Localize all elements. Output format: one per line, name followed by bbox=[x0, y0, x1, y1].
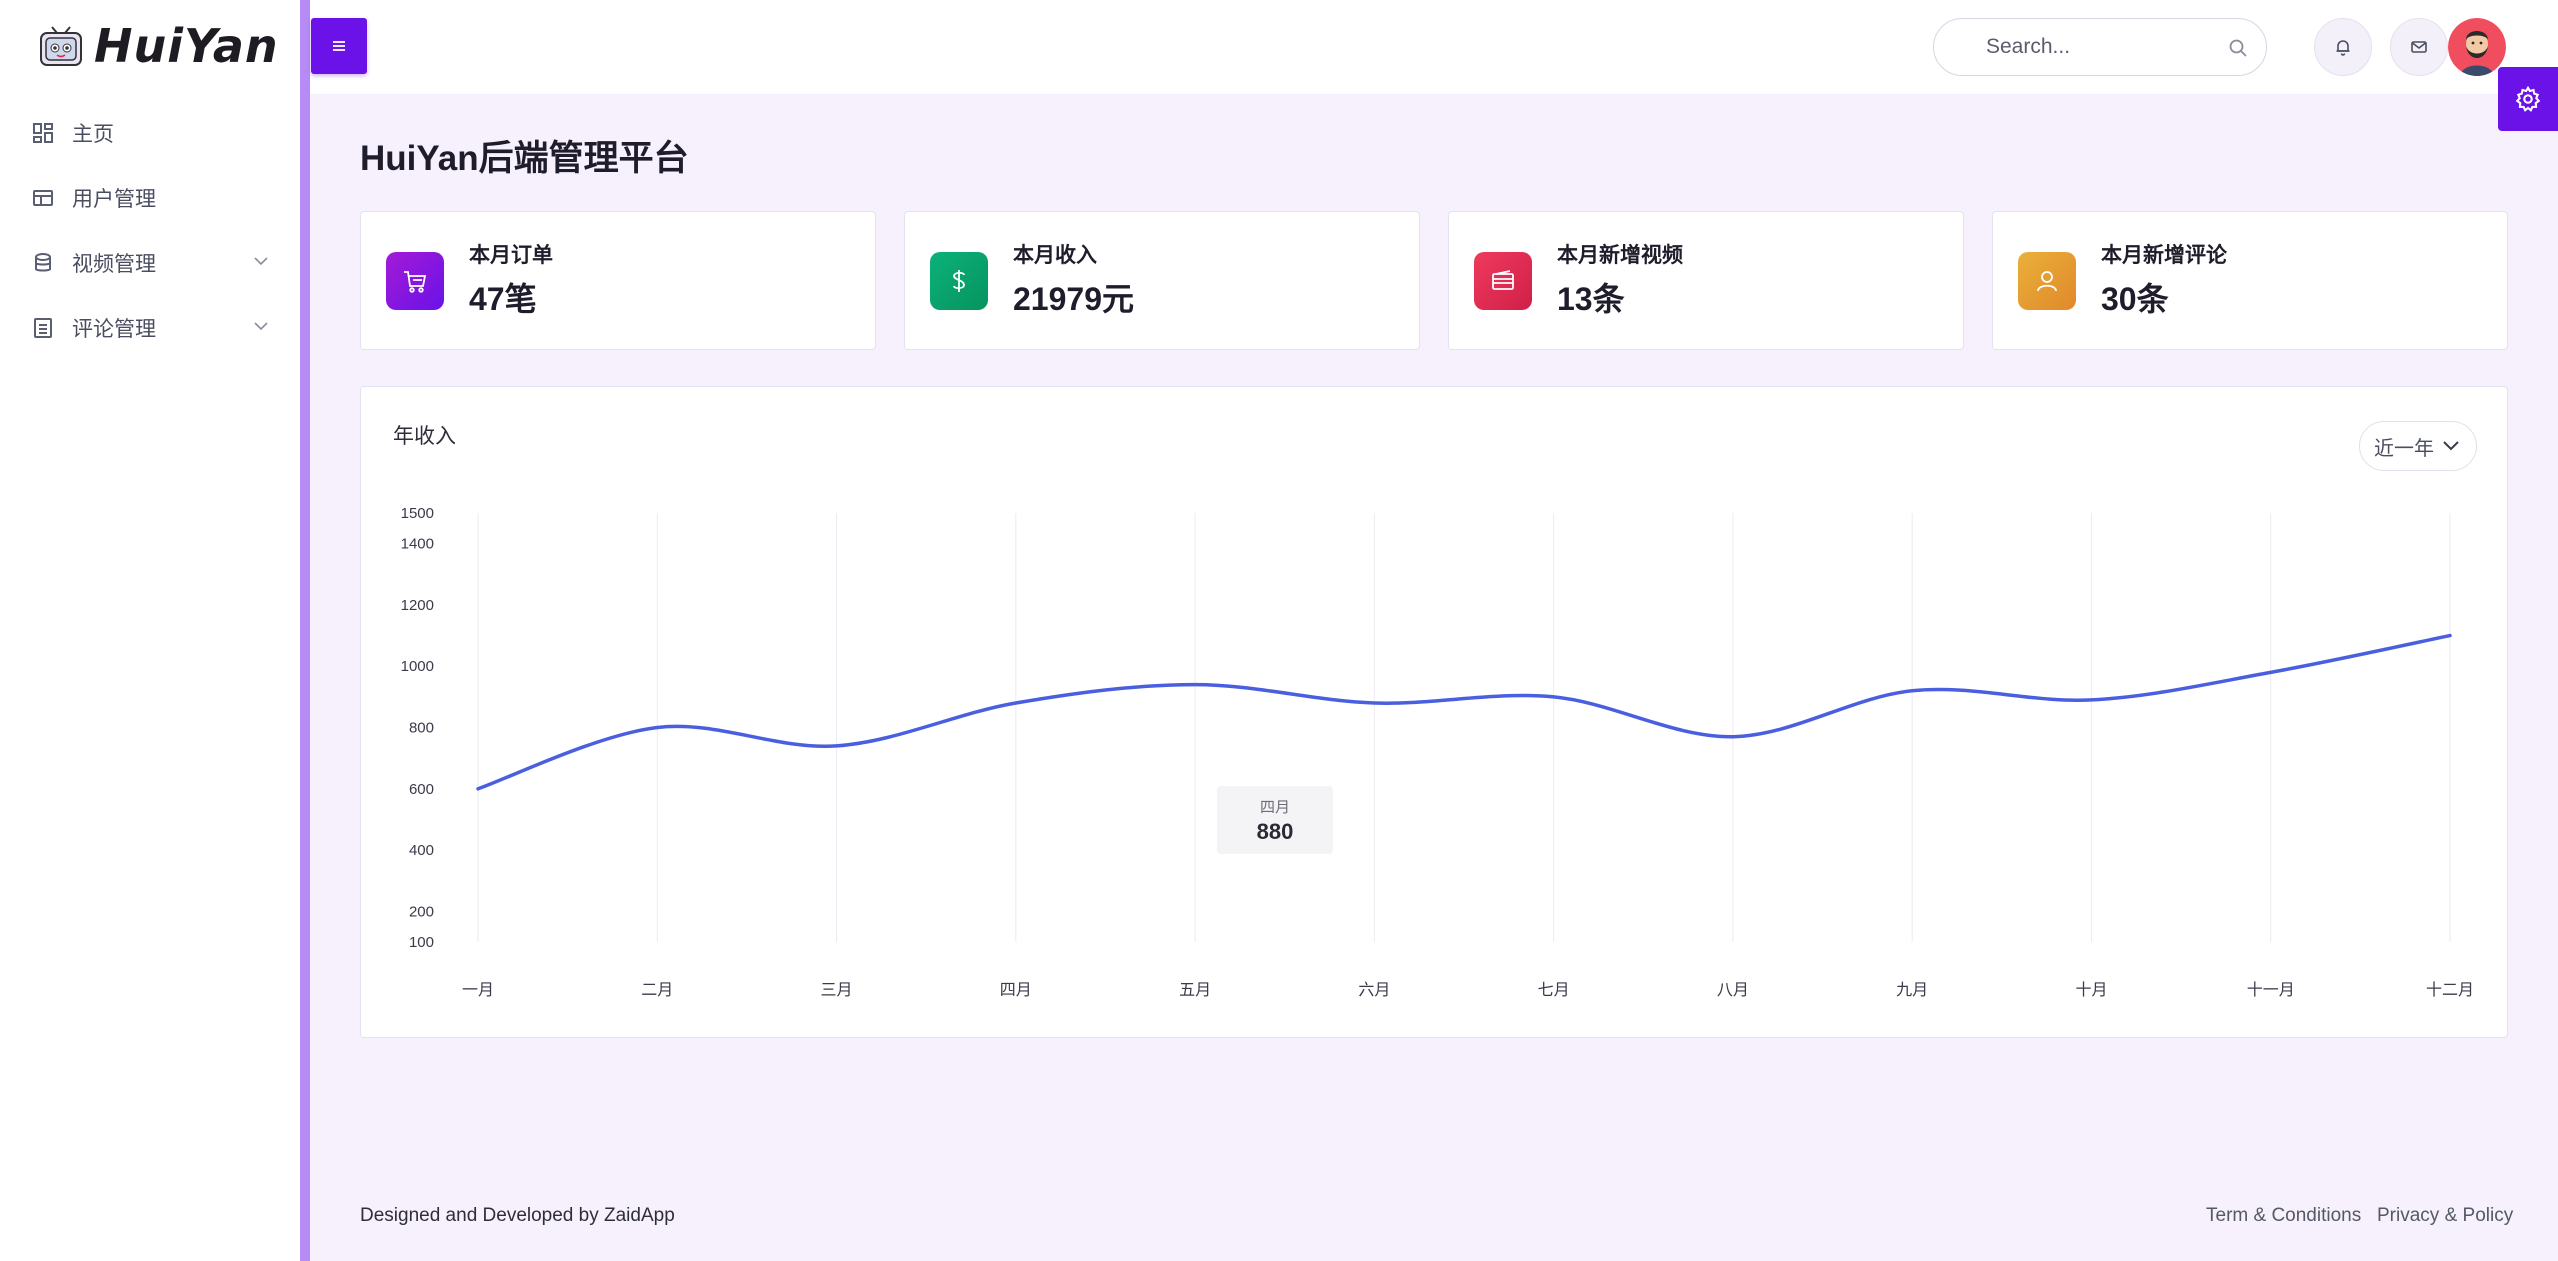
y-tick-label: 100 bbox=[409, 934, 434, 951]
stat-title: 本月新增评论 bbox=[2101, 244, 2227, 267]
sidebar-item-label: 评论管理 bbox=[72, 317, 156, 341]
y-tick-label: 1500 bbox=[401, 505, 434, 522]
x-tick-label: 二月 bbox=[641, 982, 673, 999]
top-header bbox=[310, 0, 2558, 94]
menu-toggle-button[interactable] bbox=[311, 18, 367, 74]
sidebar-item-comments[interactable]: 评论管理 bbox=[0, 295, 300, 360]
chart-tooltip: 四月 880 bbox=[1217, 786, 1333, 854]
user-icon bbox=[2037, 271, 2057, 292]
x-tick-label: 十月 bbox=[2075, 981, 2107, 999]
stat-icon-box bbox=[1474, 252, 1532, 310]
dollar-icon bbox=[953, 270, 965, 292]
list-icon bbox=[34, 317, 52, 338]
search-input[interactable] bbox=[1986, 35, 2206, 59]
footer-credit: Designed and Developed by ZaidApp bbox=[360, 1205, 675, 1226]
mail-icon bbox=[2411, 41, 2427, 53]
user-avatar-image bbox=[2448, 18, 2506, 76]
privacy-link[interactable]: Privacy & Policy bbox=[2377, 1205, 2513, 1227]
y-tick-label: 400 bbox=[409, 842, 434, 859]
y-tick-label: 600 bbox=[409, 781, 434, 798]
brand-logo[interactable]: HuiYan bbox=[38, 18, 279, 74]
sidebar-item-home[interactable]: 主页 bbox=[0, 100, 300, 165]
y-tick-label: 200 bbox=[409, 903, 434, 920]
y-tick-label: 1200 bbox=[401, 597, 434, 614]
chevron-down-icon bbox=[254, 322, 268, 331]
y-tick-label: 1400 bbox=[401, 536, 434, 553]
stat-value: 13条 bbox=[1557, 281, 1625, 317]
search-box bbox=[1933, 18, 2267, 76]
cart-icon bbox=[404, 271, 427, 293]
notifications-button[interactable] bbox=[2314, 18, 2372, 76]
search-icon[interactable] bbox=[2228, 38, 2248, 58]
x-tick-label: 三月 bbox=[821, 982, 853, 999]
stat-card-comments: 本月新增评论 30条 bbox=[1992, 211, 2508, 350]
stat-title: 本月收入 bbox=[1013, 244, 1097, 267]
stat-card-income: 本月收入 21979元 bbox=[904, 211, 1420, 350]
x-tick-label: 六月 bbox=[1358, 981, 1390, 999]
stat-value: 30条 bbox=[2101, 281, 2169, 317]
sidebar-item-label: 视频管理 bbox=[72, 252, 156, 276]
x-tick-label: 五月 bbox=[1179, 982, 1211, 999]
sidebar-item-videos[interactable]: 视频管理 bbox=[0, 230, 300, 295]
x-tick-label: 一月 bbox=[462, 982, 494, 999]
avatar[interactable] bbox=[2448, 18, 2506, 76]
chevron-down-icon bbox=[254, 257, 268, 266]
card-icon bbox=[1492, 270, 1514, 290]
sidebar-item-label: 用户管理 bbox=[72, 187, 156, 211]
terms-link[interactable]: Term & Conditions bbox=[2206, 1205, 2361, 1227]
tv-mascot-icon bbox=[40, 26, 82, 66]
stat-card-orders: 本月订单 47笔 bbox=[360, 211, 876, 350]
line-chart: 1002004006008001000120014001500一月 二月 三月 四月五… bbox=[401, 505, 2474, 999]
x-tick-label: 四月 bbox=[1000, 982, 1032, 999]
x-tick-label: 八月 bbox=[1717, 982, 1749, 999]
sidebar-nav: 主页 用户管理 视频管理 评论管理 bbox=[0, 100, 300, 360]
annual-income-chart-card: 年收入 近一年 100 200 400 600 800 1000 1200 1400 1500 一… bbox=[360, 386, 2508, 1038]
sidebar: HuiYan 主页 用户管理 视频管理 评论管理 bbox=[0, 0, 300, 1261]
settings-button[interactable] bbox=[2498, 67, 2558, 131]
tooltip-value: 880 bbox=[1256, 819, 1294, 844]
sidebar-border bbox=[300, 0, 310, 1261]
menu-icon bbox=[333, 41, 345, 51]
tooltip-label: 四月 bbox=[1259, 799, 1290, 816]
stat-value: 47笔 bbox=[469, 281, 537, 317]
sidebar-item-users[interactable]: 用户管理 bbox=[0, 165, 300, 230]
stat-icon-box bbox=[2018, 252, 2076, 310]
stat-title: 本月新增视频 bbox=[1557, 244, 1683, 267]
bell-icon bbox=[2336, 40, 2350, 56]
stat-value: 21979元 bbox=[1013, 281, 1134, 317]
x-tick-label: 十二月 bbox=[2426, 981, 2474, 999]
stat-icon-box bbox=[930, 252, 988, 310]
series-line bbox=[476, 633, 2452, 791]
x-tick-label: 七月 bbox=[1538, 981, 1570, 999]
table-icon bbox=[33, 189, 53, 206]
brand-name: HuiYan bbox=[94, 19, 279, 73]
y-tick-label: 1000 bbox=[401, 658, 434, 675]
messages-button[interactable] bbox=[2390, 18, 2448, 76]
gear-icon bbox=[2515, 85, 2541, 112]
stat-title: 本月订单 bbox=[469, 244, 553, 267]
database-icon bbox=[35, 252, 51, 271]
x-tick-label: 九月 bbox=[1896, 981, 1928, 999]
page-title: HuiYan后端管理平台 bbox=[360, 139, 689, 178]
x-tick-label: 十一月 bbox=[2247, 981, 2295, 999]
stat-card-videos: 本月新增视频 13条 bbox=[1448, 211, 1964, 350]
dashboard-icon bbox=[33, 122, 53, 143]
stat-icon-box bbox=[386, 252, 444, 310]
sidebar-item-label: 主页 bbox=[72, 122, 114, 146]
y-tick-label: 800 bbox=[409, 720, 434, 737]
